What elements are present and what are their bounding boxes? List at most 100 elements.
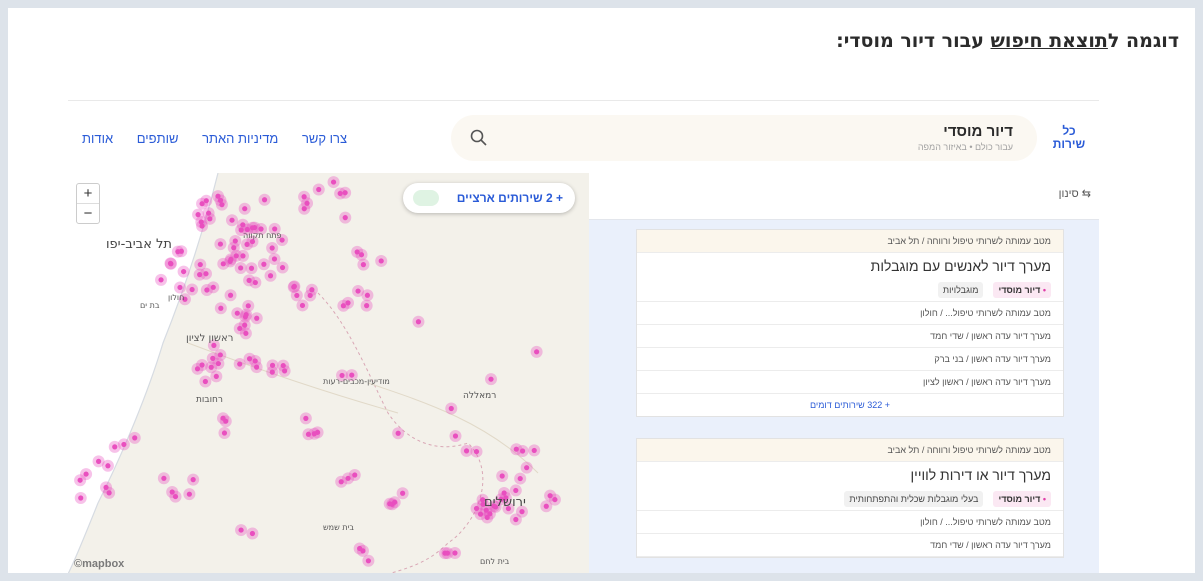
service-marker[interactable] — [240, 253, 246, 259]
map-pane[interactable]: + − + 2 שירותים ארציים תל אביב-יפו ירושל… — [68, 173, 589, 573]
service-marker[interactable] — [364, 292, 371, 298]
service-marker[interactable] — [121, 441, 127, 448]
service-marker[interactable] — [249, 530, 256, 537]
service-marker[interactable] — [473, 448, 480, 455]
service-marker[interactable] — [488, 376, 494, 382]
service-marker[interactable] — [213, 373, 219, 380]
service-marker[interactable] — [338, 479, 344, 485]
service-marker[interactable] — [215, 193, 221, 199]
service-marker[interactable] — [364, 303, 370, 309]
service-marker[interactable] — [360, 262, 366, 268]
service-marker[interactable] — [254, 315, 260, 321]
service-marker[interactable] — [238, 265, 244, 271]
service-marker[interactable] — [229, 217, 235, 223]
service-marker[interactable] — [499, 473, 505, 479]
service-marker[interactable] — [194, 366, 201, 372]
service-marker[interactable] — [243, 312, 249, 318]
service-marker[interactable] — [161, 475, 167, 481]
service-marker[interactable] — [307, 292, 313, 299]
service-marker[interactable] — [208, 364, 214, 370]
service-marker[interactable] — [217, 241, 224, 247]
search-result-link[interactable]: תוצאת חיפוש — [991, 30, 1108, 52]
more-similar-link[interactable]: + 322 שירותים דומים — [637, 394, 1063, 416]
service-marker[interactable] — [531, 447, 537, 454]
service-marker[interactable] — [444, 550, 451, 556]
service-marker[interactable] — [186, 491, 192, 497]
service-marker[interactable] — [342, 215, 348, 221]
service-marker[interactable] — [543, 503, 549, 509]
service-marker[interactable] — [207, 216, 213, 222]
service-marker[interactable] — [245, 303, 251, 309]
similar-service-row[interactable]: מטב עמותה לשרותי טיפול... / חולון — [637, 302, 1063, 325]
service-marker[interactable] — [158, 277, 164, 283]
service-marker[interactable] — [221, 430, 228, 436]
service-marker[interactable] — [358, 252, 365, 258]
result-card[interactable]: מטב עמותה לשרותי טיפול ורווחה / תל אביב … — [636, 438, 1064, 558]
service-marker[interactable] — [252, 358, 258, 364]
service-marker[interactable] — [352, 472, 358, 478]
map-canvas[interactable] — [68, 173, 589, 573]
service-marker[interactable] — [387, 501, 393, 507]
service-marker[interactable] — [301, 194, 307, 200]
nav-policy[interactable]: מדיניות האתר — [202, 131, 278, 146]
service-marker[interactable] — [452, 433, 459, 439]
similar-service-row[interactable]: מערך דיור עדה ראשון / שדי חמד — [637, 534, 1063, 557]
card-title[interactable]: מערך דיור או דירות לוויין — [637, 466, 1051, 484]
service-marker[interactable] — [487, 511, 493, 517]
service-marker[interactable] — [355, 288, 361, 294]
service-marker[interactable] — [291, 283, 297, 289]
service-marker[interactable] — [340, 303, 346, 309]
card-title[interactable]: מערך דיור לאנשים עם מוגבלות — [637, 257, 1051, 275]
similar-service-row[interactable]: מערך דיור עדה ראשון / שדי חמד — [637, 325, 1063, 348]
similar-service-row[interactable]: מטב עמותה לשרותי טיפול... / חולון — [637, 511, 1063, 534]
service-marker[interactable] — [357, 545, 363, 552]
service-marker[interactable] — [248, 265, 255, 271]
service-marker[interactable] — [261, 261, 267, 267]
service-marker[interactable] — [271, 256, 278, 262]
service-marker[interactable] — [237, 361, 243, 367]
search-bar[interactable]: דיור מוסדי עבור כולם • באיזור המפה — [451, 115, 1037, 161]
service-marker[interactable] — [316, 186, 322, 193]
service-marker[interactable] — [519, 448, 526, 454]
service-marker[interactable] — [95, 458, 102, 464]
service-marker[interactable] — [473, 505, 480, 512]
service-marker[interactable] — [303, 415, 309, 421]
nav-contact[interactable]: צרו קשר — [302, 131, 347, 146]
service-marker[interactable] — [112, 444, 118, 450]
service-marker[interactable] — [199, 223, 205, 229]
service-marker[interactable] — [178, 248, 184, 254]
service-marker[interactable] — [210, 355, 216, 361]
zoom-in-button[interactable]: + — [77, 184, 99, 203]
service-marker[interactable] — [395, 430, 401, 436]
service-marker[interactable] — [294, 292, 300, 299]
service-marker[interactable] — [169, 489, 175, 495]
service-marker[interactable] — [261, 197, 268, 203]
service-marker[interactable] — [202, 378, 208, 385]
service-marker[interactable] — [132, 435, 138, 441]
service-marker[interactable] — [181, 268, 187, 275]
service-marker[interactable] — [365, 558, 371, 564]
service-marker[interactable] — [249, 225, 256, 231]
service-marker[interactable] — [232, 238, 238, 244]
service-marker[interactable] — [242, 206, 248, 212]
service-marker[interactable] — [524, 465, 530, 471]
zoom-out-button[interactable]: − — [77, 203, 99, 223]
service-marker[interactable] — [267, 273, 274, 279]
service-marker[interactable] — [246, 277, 252, 283]
result-card[interactable]: מטב עמותה לשרותי טיפול ורווחה / תל אביב … — [636, 229, 1064, 417]
all-services-button[interactable]: כל שירות — [1049, 125, 1089, 151]
nav-about[interactable]: אודות — [82, 131, 113, 146]
service-marker[interactable] — [197, 261, 203, 268]
service-marker[interactable] — [105, 463, 111, 469]
service-marker[interactable] — [448, 405, 454, 412]
service-marker[interactable] — [517, 475, 523, 482]
service-marker[interactable] — [305, 431, 312, 437]
service-marker[interactable] — [227, 292, 234, 298]
service-marker[interactable] — [337, 190, 343, 197]
service-marker[interactable] — [547, 493, 553, 499]
service-marker[interactable] — [190, 477, 196, 483]
service-marker[interactable] — [400, 490, 406, 496]
nav-partners[interactable]: שותפים — [137, 131, 179, 146]
service-marker[interactable] — [167, 260, 174, 266]
service-marker[interactable] — [177, 284, 183, 291]
